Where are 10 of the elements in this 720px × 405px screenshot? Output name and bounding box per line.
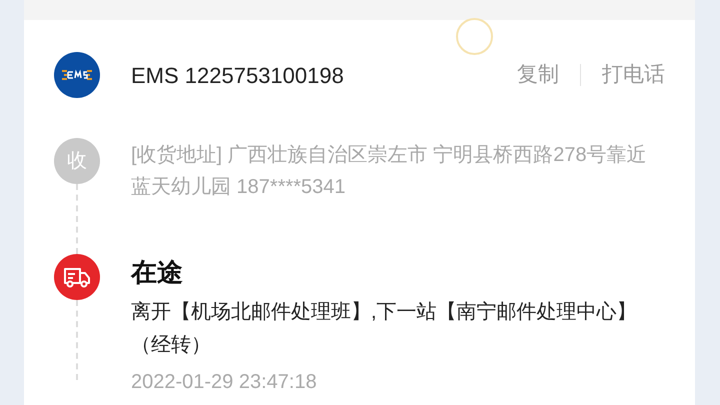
carrier-logo-icon bbox=[54, 52, 100, 98]
truck-icon bbox=[54, 254, 100, 300]
touch-indicator bbox=[456, 18, 493, 55]
copy-button[interactable]: 复制 bbox=[517, 59, 559, 91]
tracking-number: EMS 1225753100198 bbox=[131, 62, 344, 90]
call-button[interactable]: 打电话 bbox=[602, 59, 665, 91]
event-description: 离开【机场北邮件处理班】,下一站【南宁邮件处理中心】（经转） bbox=[131, 300, 638, 358]
delivery-address: [收货地址] 广西壮族自治区崇左市 宁明县桥西路278号靠近蓝天幼儿园 187****5341 bbox=[131, 143, 648, 200]
event-time: 2022-01-29 23:47:18 bbox=[131, 370, 318, 395]
status-title: 在途 bbox=[131, 256, 184, 289]
